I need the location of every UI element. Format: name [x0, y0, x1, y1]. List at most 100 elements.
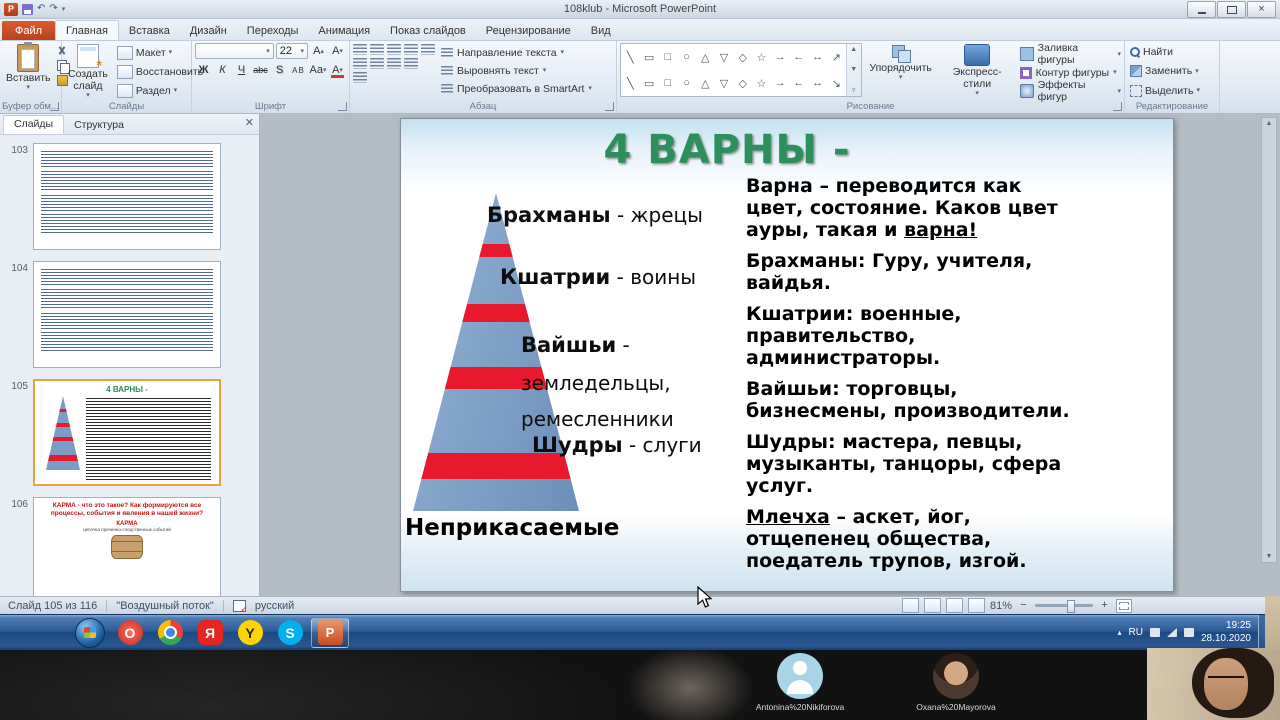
line-spacing-icon[interactable]: [421, 44, 435, 55]
panel-close-icon[interactable]: ✕: [245, 118, 254, 129]
shape-gallery-item-icon[interactable]: ╲: [621, 70, 640, 96]
decrease-indent-icon[interactable]: [387, 44, 401, 55]
slideshow-view-icon[interactable]: [967, 598, 985, 613]
grow-font-button[interactable]: А ▴: [310, 43, 327, 59]
paragraph-dialog-launcher-icon[interactable]: [605, 102, 614, 111]
align-text-button[interactable]: Выровнять текст ▾: [441, 62, 592, 79]
shape-gallery-item-icon[interactable]: △: [696, 70, 715, 96]
shape-gallery-item-icon[interactable]: ←: [789, 44, 808, 70]
webcam-video[interactable]: [1147, 648, 1280, 720]
ribbon-tab[interactable]: Анимация: [308, 21, 380, 40]
shape-gallery-item-icon[interactable]: ▽: [715, 44, 734, 70]
spellcheck-icon[interactable]: [232, 599, 248, 615]
slide-paragraph[interactable]: Кшатрии: военные, правительство, админис…: [746, 303, 1073, 369]
shape-gallery-item-icon[interactable]: ◇: [733, 44, 752, 70]
shape-gallery-item-icon[interactable]: ↔: [808, 70, 827, 96]
ribbon-tab[interactable]: Рецензирование: [476, 21, 581, 40]
slide-canvas[interactable]: 4 ВАРНЫ - Брахманы - жрецы Кшатрии - воин…: [400, 118, 1174, 592]
close-button[interactable]: ×: [1247, 1, 1276, 18]
taskbar-chrome-button[interactable]: [151, 618, 189, 648]
shape-gallery-item-icon[interactable]: □: [658, 70, 677, 96]
pyramid-label[interactable]: Шудры - слуги: [532, 433, 702, 457]
text-shadow-button[interactable]: S: [271, 62, 288, 78]
shape-gallery-item-icon[interactable]: ◇: [733, 70, 752, 96]
ribbon-tab[interactable]: Вид: [581, 21, 621, 40]
columns-icon[interactable]: [353, 72, 367, 83]
slide-paragraph[interactable]: Варна – переводится как цвет, состояние.…: [746, 175, 1073, 241]
shape-gallery-item-icon[interactable]: ╲: [621, 44, 640, 70]
slide-thumbnail-105[interactable]: 105 4 ВАРНЫ -: [2, 379, 255, 486]
minimize-button[interactable]: [1187, 1, 1216, 18]
zoom-slider-thumb[interactable]: [1067, 600, 1076, 613]
taskbar-start-button[interactable]: [71, 617, 109, 648]
font-size-combo[interactable]: 22 ▾: [275, 43, 308, 59]
zoom-out-icon[interactable]: −: [1017, 599, 1030, 612]
keyboard-language[interactable]: RU: [1128, 627, 1142, 638]
slide-paragraph[interactable]: Брахманы: Гуру, учителя, вайдья.: [746, 250, 1073, 294]
slide-paragraph[interactable]: Вайшьи: торговцы, бизнесмены, производит…: [746, 378, 1073, 422]
taskbar-skype-button[interactable]: S: [271, 618, 309, 648]
pyramid-base-label[interactable]: Неприкасаемые: [405, 515, 619, 541]
font-dialog-launcher-icon[interactable]: [338, 102, 347, 111]
shape-gallery-item-icon[interactable]: ▽: [715, 70, 734, 96]
shape-gallery-item-icon[interactable]: ↔: [808, 44, 827, 70]
slide-title[interactable]: 4 ВАРНЫ -: [441, 127, 1013, 173]
align-center-icon[interactable]: [370, 58, 384, 69]
undo-icon[interactable]: ↶: [37, 4, 45, 14]
language-indicator[interactable]: русский: [255, 600, 294, 612]
shapes-scroll-down-icon[interactable]: ▼: [850, 66, 857, 73]
shape-gallery-item-icon[interactable]: ←: [789, 70, 808, 96]
slide-thumbnail-103[interactable]: 103: [2, 143, 255, 250]
increase-indent-icon[interactable]: [404, 44, 418, 55]
slide-thumbnail-104[interactable]: 104: [2, 261, 255, 368]
shape-gallery-item-icon[interactable]: △: [696, 44, 715, 70]
find-button[interactable]: Найти: [1128, 43, 1216, 61]
shape-gallery-item-icon[interactable]: →: [771, 70, 790, 96]
panel-tab-slides[interactable]: Слайды: [3, 115, 65, 134]
fit-to-window-icon[interactable]: [1116, 598, 1132, 613]
save-icon[interactable]: [22, 3, 33, 15]
underline-button[interactable]: Ч: [233, 62, 250, 78]
zoom-slider[interactable]: [1035, 600, 1093, 613]
panel-tab-outline[interactable]: Структура: [64, 117, 134, 134]
ribbon-tab[interactable]: Показ слайдов: [380, 21, 476, 40]
shapes-more-icon[interactable]: ▿: [852, 86, 856, 94]
shapes-scroll-up-icon[interactable]: ▲: [850, 46, 857, 53]
zoom-level[interactable]: 81%: [990, 600, 1012, 612]
change-case-button[interactable]: Аа ▾: [309, 62, 327, 78]
align-right-icon[interactable]: [387, 58, 401, 69]
select-button[interactable]: Выделить ▾: [1128, 82, 1216, 100]
shape-gallery-item-icon[interactable]: ▭: [640, 70, 659, 96]
tab-file[interactable]: Файл: [2, 21, 56, 40]
slide-paragraph[interactable]: Шудры: мастера, певцы, музыканты, танцор…: [746, 431, 1073, 497]
shape-gallery-item-icon[interactable]: □: [658, 44, 677, 70]
slide-thumbnail-106[interactable]: 106 КАРМА - что это такое? Как формируют…: [2, 497, 255, 604]
character-spacing-button[interactable]: АВ: [290, 62, 307, 78]
scroll-up-icon[interactable]: ▲: [1266, 120, 1273, 127]
italic-button[interactable]: К: [214, 62, 231, 78]
ribbon-tab[interactable]: Вставка: [119, 21, 180, 40]
slide-body-text[interactable]: Варна – переводится как цвет, состояние.…: [746, 175, 1073, 582]
taskbar-opera-button[interactable]: O: [111, 618, 149, 648]
qat-dropdown-icon[interactable]: ▾: [62, 5, 66, 13]
ribbon-tab[interactable]: Дизайн: [180, 21, 237, 40]
slide-paragraph[interactable]: Млечха – аскет, йог, отщепенец общества,…: [746, 506, 1073, 572]
shape-gallery-item-icon[interactable]: →: [771, 44, 790, 70]
quick-styles-button[interactable]: Экспресс-стили ▾: [940, 43, 1015, 100]
smartart-button[interactable]: Преобразовать в SmartArt ▾: [441, 80, 592, 97]
paste-button[interactable]: Вставить ▾: [3, 43, 54, 92]
tray-expand-icon[interactable]: ▴: [1117, 628, 1121, 637]
volume-icon[interactable]: [1183, 628, 1194, 637]
text-direction-button[interactable]: Направление текста ▾: [441, 44, 592, 61]
vertical-scrollbar[interactable]: ▲ ▼: [1261, 117, 1277, 563]
justify-icon[interactable]: [404, 58, 418, 69]
font-name-combo[interactable]: ▾: [195, 43, 274, 59]
conference-participant[interactable]: Oxana%20Mayorova: [908, 653, 1004, 712]
conference-participant[interactable]: Antonina%20Nikiforova: [752, 653, 848, 712]
clock[interactable]: 19:25 28.10.2020: [1201, 620, 1251, 645]
shape-gallery-item-icon[interactable]: ↗: [827, 44, 846, 70]
scroll-down-icon[interactable]: ▼: [1266, 553, 1273, 560]
ribbon-tab[interactable]: Переходы: [237, 21, 309, 40]
action-center-icon[interactable]: [1149, 628, 1160, 637]
zoom-in-icon[interactable]: +: [1098, 599, 1111, 612]
